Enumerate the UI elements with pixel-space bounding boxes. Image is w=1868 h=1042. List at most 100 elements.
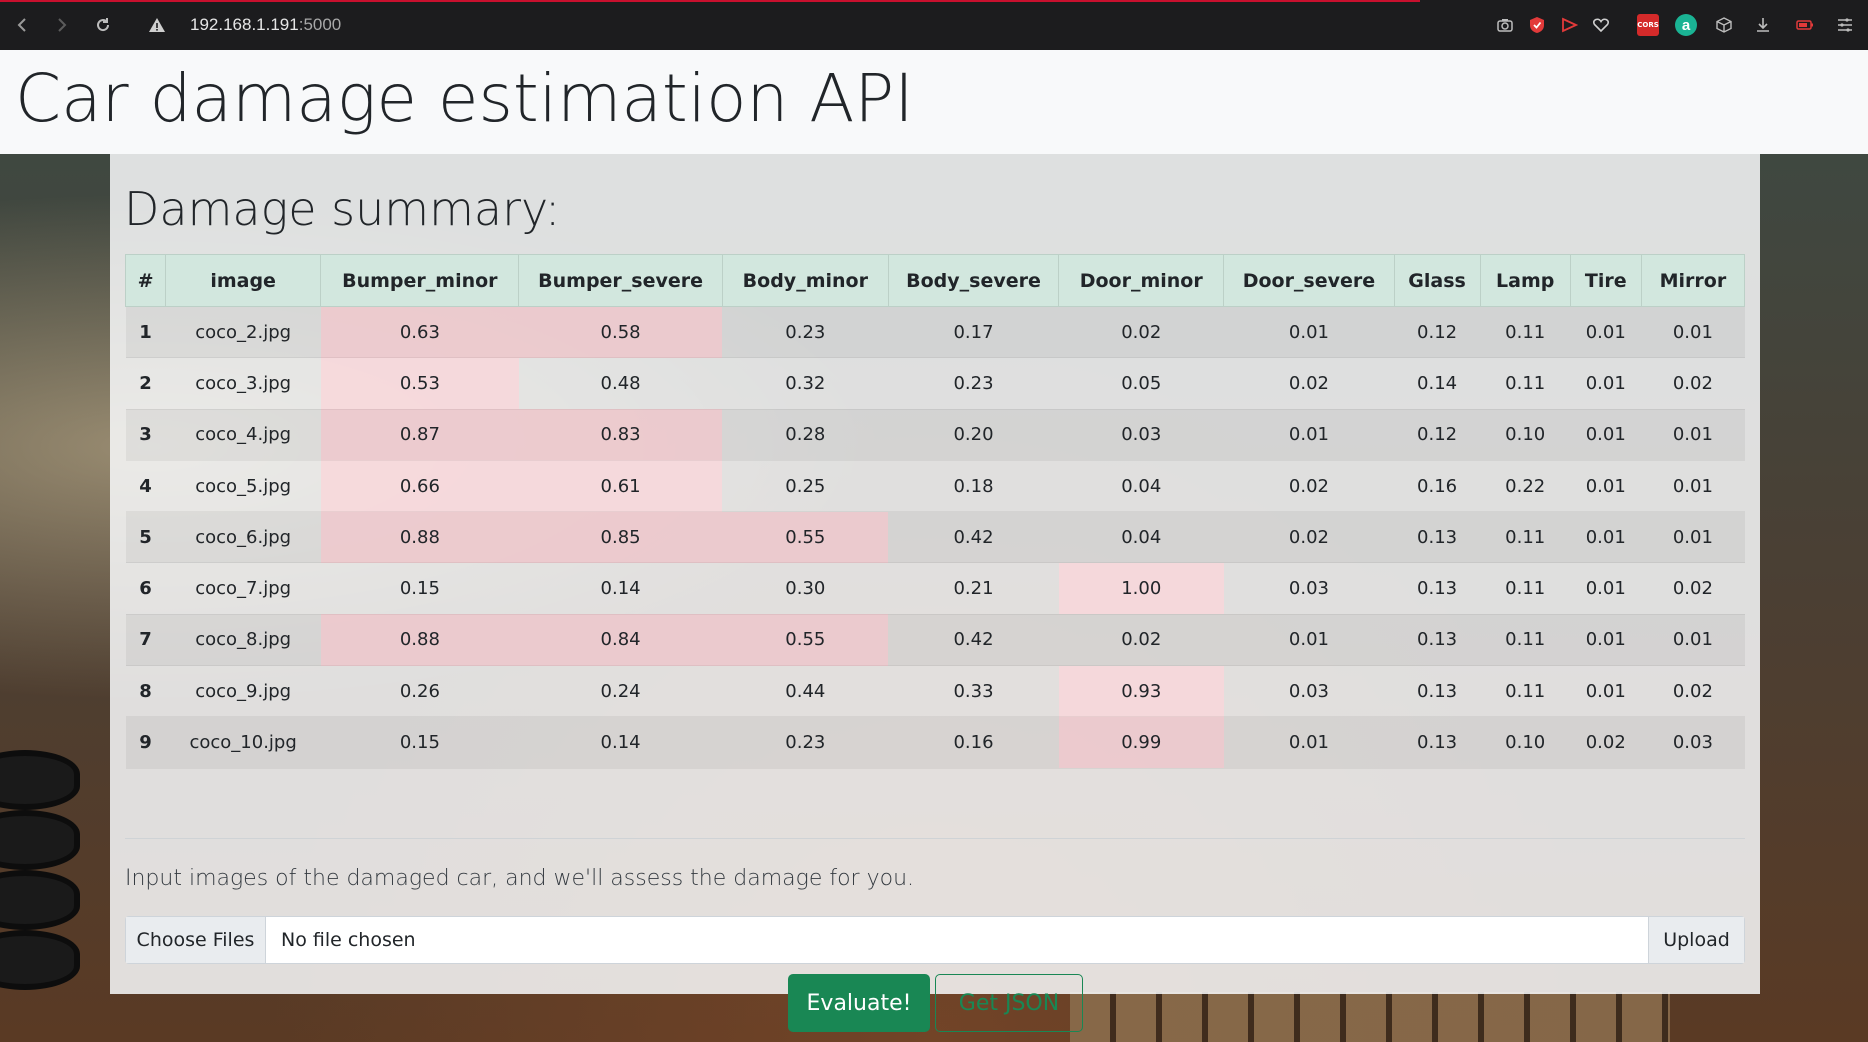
reload-icon xyxy=(97,18,110,32)
table-row: 7 coco_8.jpg 0.88 0.84 0.55 0.42 0.02 0.01 0.13 0… xyxy=(125,614,1745,667)
page-body: Car damage estimation API Damage summary… xyxy=(0,50,1868,1042)
row-index: 2 xyxy=(125,357,166,410)
score-cell: 0.23 xyxy=(888,357,1059,410)
score-cell: 0.24 xyxy=(518,665,723,718)
back-arrow-icon xyxy=(17,18,26,32)
column-header: Lamp xyxy=(1479,254,1571,307)
score-cell: 0.55 xyxy=(722,511,889,564)
file-input-group: Choose Files No file chosen Upload xyxy=(125,916,1745,964)
score-cell: 0.01 xyxy=(1641,614,1745,667)
background-tire xyxy=(0,750,80,810)
score-cell: 0.02 xyxy=(1641,562,1745,615)
score-cell: 0.21 xyxy=(888,562,1059,615)
column-header: Tire xyxy=(1569,254,1642,307)
score-cell: 0.33 xyxy=(888,665,1059,718)
camera-icon[interactable] xyxy=(1494,14,1516,36)
score-cell: 0.14 xyxy=(518,716,723,769)
heart-icon[interactable] xyxy=(1590,14,1612,36)
score-cell: 0.15 xyxy=(320,562,519,615)
column-header: Bumper_minor xyxy=(320,254,520,307)
play-icon[interactable] xyxy=(1558,14,1580,36)
image-name-cell: coco_9.jpg xyxy=(165,665,321,718)
get-json-button[interactable]: Get JSON xyxy=(935,974,1083,1032)
score-cell: 0.01 xyxy=(1641,511,1745,564)
forward-button[interactable] xyxy=(48,12,74,38)
back-button[interactable] xyxy=(10,12,36,38)
score-cell: 0.02 xyxy=(1058,614,1224,667)
url-host: 192.168.1.191 xyxy=(190,15,299,34)
score-cell: 0.02 xyxy=(1570,716,1642,769)
score-cell: 0.84 xyxy=(518,614,723,667)
column-header: Glass xyxy=(1393,254,1481,307)
score-cell: 0.11 xyxy=(1480,357,1571,410)
choose-files-button[interactable]: Choose Files xyxy=(126,917,266,963)
image-name-cell: coco_5.jpg xyxy=(165,460,321,513)
damage-summary-table: # image Bumper_minor Bumper_severe Body_… xyxy=(124,254,1746,769)
score-cell: 0.44 xyxy=(722,665,889,718)
score-cell: 0.04 xyxy=(1058,460,1224,513)
image-name-cell: coco_4.jpg xyxy=(165,409,321,461)
evaluate-button[interactable]: Evaluate! xyxy=(788,974,930,1032)
menu-icon[interactable] xyxy=(1834,14,1856,36)
row-index: 7 xyxy=(125,614,166,667)
score-cell: 0.48 xyxy=(518,357,723,410)
score-cell: 0.01 xyxy=(1223,614,1395,667)
page-load-progress xyxy=(0,0,1420,2)
score-cell: 0.14 xyxy=(1394,357,1481,410)
upload-button[interactable]: Upload xyxy=(1648,917,1744,963)
score-cell: 0.01 xyxy=(1641,460,1745,513)
score-cell: 0.12 xyxy=(1394,409,1481,461)
a-icon[interactable]: a xyxy=(1675,14,1697,36)
table-row: 4 coco_5.jpg 0.66 0.61 0.25 0.18 0.04 0.02 0.16 0… xyxy=(125,460,1745,513)
score-cell: 0.11 xyxy=(1480,665,1571,718)
score-cell: 0.16 xyxy=(1394,460,1481,513)
score-cell: 0.01 xyxy=(1570,409,1642,461)
score-cell: 0.03 xyxy=(1223,665,1395,718)
score-cell: 0.03 xyxy=(1223,562,1395,615)
score-cell: 0.18 xyxy=(888,460,1059,513)
score-cell: 0.01 xyxy=(1223,409,1395,461)
score-cell: 0.85 xyxy=(518,511,723,564)
score-cell: 0.58 xyxy=(518,306,723,359)
battery-icon[interactable] xyxy=(1794,14,1816,36)
browser-toolbar: 192.168.1.191:5000 CORS a xyxy=(0,0,1868,50)
column-header: Body_minor xyxy=(721,254,889,307)
cors-icon[interactable]: CORS xyxy=(1637,14,1659,36)
row-index: 5 xyxy=(125,511,166,564)
download-icon[interactable] xyxy=(1752,14,1774,36)
page-header: Car damage estimation API xyxy=(0,50,1868,154)
shield-icon[interactable] xyxy=(1526,14,1548,36)
table-row: 8 coco_9.jpg 0.26 0.24 0.44 0.33 0.93 0.03 0.13 0… xyxy=(125,665,1745,718)
score-cell: 0.20 xyxy=(888,409,1059,461)
file-status-text: No file chosen xyxy=(281,929,416,951)
score-cell: 0.13 xyxy=(1394,562,1481,615)
column-header: Door_severe xyxy=(1223,254,1395,307)
score-cell: 0.01 xyxy=(1570,511,1642,564)
column-header: # xyxy=(124,254,167,307)
table-row: 1 coco_2.jpg 0.63 0.58 0.23 0.17 0.02 0.01 0.12 0… xyxy=(125,306,1745,359)
column-header: Mirror xyxy=(1640,254,1746,307)
score-cell: 0.99 xyxy=(1058,716,1224,769)
background-tire xyxy=(0,810,80,870)
table-row: 9 coco_10.jpg 0.15 0.14 0.23 0.16 0.99 0.01 0.13… xyxy=(125,716,1745,769)
address-bar[interactable]: 192.168.1.191:5000 xyxy=(148,10,341,40)
score-cell: 1.00 xyxy=(1058,562,1224,615)
section-divider xyxy=(125,838,1745,839)
column-header: Bumper_severe xyxy=(518,254,723,307)
score-cell: 0.53 xyxy=(320,357,519,410)
score-cell: 0.03 xyxy=(1641,716,1745,769)
cube-icon[interactable] xyxy=(1713,14,1735,36)
score-cell: 0.26 xyxy=(320,665,519,718)
score-cell: 0.02 xyxy=(1223,460,1395,513)
reload-button[interactable] xyxy=(90,12,116,38)
page-title: Car damage estimation API xyxy=(15,60,914,137)
image-name-cell: coco_8.jpg xyxy=(165,614,321,667)
row-index: 9 xyxy=(125,716,166,769)
forward-arrow-icon xyxy=(58,18,67,32)
score-cell: 0.01 xyxy=(1570,562,1642,615)
score-cell: 0.15 xyxy=(320,716,519,769)
score-cell: 0.11 xyxy=(1480,306,1571,359)
upload-instructions: Input images of the damaged car, and we'… xyxy=(125,866,915,891)
main-panel: Damage summary: # image Bumper_minor Bum… xyxy=(110,154,1760,1032)
url-port: :5000 xyxy=(298,15,342,34)
